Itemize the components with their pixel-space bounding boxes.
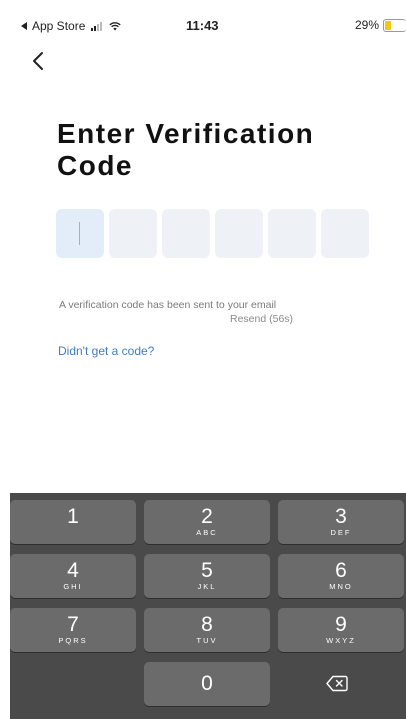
backspace-key[interactable] xyxy=(278,662,404,706)
verification-code-input[interactable] xyxy=(56,209,369,258)
back-arrow-icon xyxy=(21,22,27,30)
backspace-icon xyxy=(326,675,348,692)
code-digit-box[interactable] xyxy=(162,209,210,258)
key-3[interactable]: 3 DEF xyxy=(278,500,404,544)
wifi-icon xyxy=(109,22,122,31)
cellular-signal-icon xyxy=(91,21,103,31)
key-number: 7 xyxy=(67,613,79,636)
back-button[interactable] xyxy=(30,50,50,72)
code-digit-box[interactable] xyxy=(321,209,369,258)
key-1[interactable]: 1 xyxy=(10,500,136,544)
key-number: 0 xyxy=(201,672,213,695)
text-cursor xyxy=(79,222,80,245)
key-number: 2 xyxy=(201,505,213,528)
verification-info-text: A verification code has been sent to you… xyxy=(59,299,277,311)
key-5[interactable]: 5 JKL xyxy=(144,554,270,598)
key-number: 3 xyxy=(335,505,347,528)
key-letters: GHI xyxy=(63,582,83,591)
key-letters: JKL xyxy=(197,582,217,591)
didnt-get-code-link[interactable]: Didn't get a code? xyxy=(58,344,154,358)
chevron-left-icon xyxy=(33,52,43,70)
battery-status: 29% xyxy=(355,18,406,32)
key-letters: ABC xyxy=(196,528,218,537)
code-digit-box[interactable] xyxy=(268,209,316,258)
key-number: 6 xyxy=(335,559,347,582)
key-0[interactable]: 0 xyxy=(144,662,270,706)
key-letters: MNO xyxy=(329,582,353,591)
numeric-keypad: 1 2 ABC 3 DEF 4 GHI 5 JKL 6 MNO 7 PQRS 8… xyxy=(10,493,406,719)
clock: 11:43 xyxy=(186,18,219,33)
battery-percent: 29% xyxy=(354,18,379,32)
key-2[interactable]: 2 ABC xyxy=(144,500,270,544)
status-bar: App Store 11:43 29% xyxy=(0,0,406,44)
key-letters: DEF xyxy=(330,528,352,537)
resend-countdown: Resend (56s) xyxy=(230,313,294,325)
key-letters: WXYZ xyxy=(326,636,356,645)
key-letters: PQRS xyxy=(58,636,88,645)
page-title: Enter Verification Code xyxy=(57,118,315,181)
key-number: 5 xyxy=(201,559,213,582)
key-number: 9 xyxy=(335,613,347,636)
key-7[interactable]: 7 PQRS xyxy=(10,608,136,652)
key-number: 8 xyxy=(201,613,213,636)
key-4[interactable]: 4 GHI xyxy=(10,554,136,598)
key-number: 1 xyxy=(67,505,79,528)
key-6[interactable]: 6 MNO xyxy=(278,554,404,598)
back-app-label: App Store xyxy=(32,19,86,33)
key-letters: TUV xyxy=(196,636,218,645)
back-to-app[interactable]: App Store xyxy=(21,19,122,33)
code-digit-box[interactable] xyxy=(109,209,157,258)
code-digit-box[interactable] xyxy=(215,209,263,258)
key-8[interactable]: 8 TUV xyxy=(144,608,270,652)
code-digit-box[interactable] xyxy=(56,209,104,258)
battery-icon xyxy=(383,18,406,32)
key-9[interactable]: 9 WXYZ xyxy=(278,608,404,652)
key-number: 4 xyxy=(67,559,79,582)
